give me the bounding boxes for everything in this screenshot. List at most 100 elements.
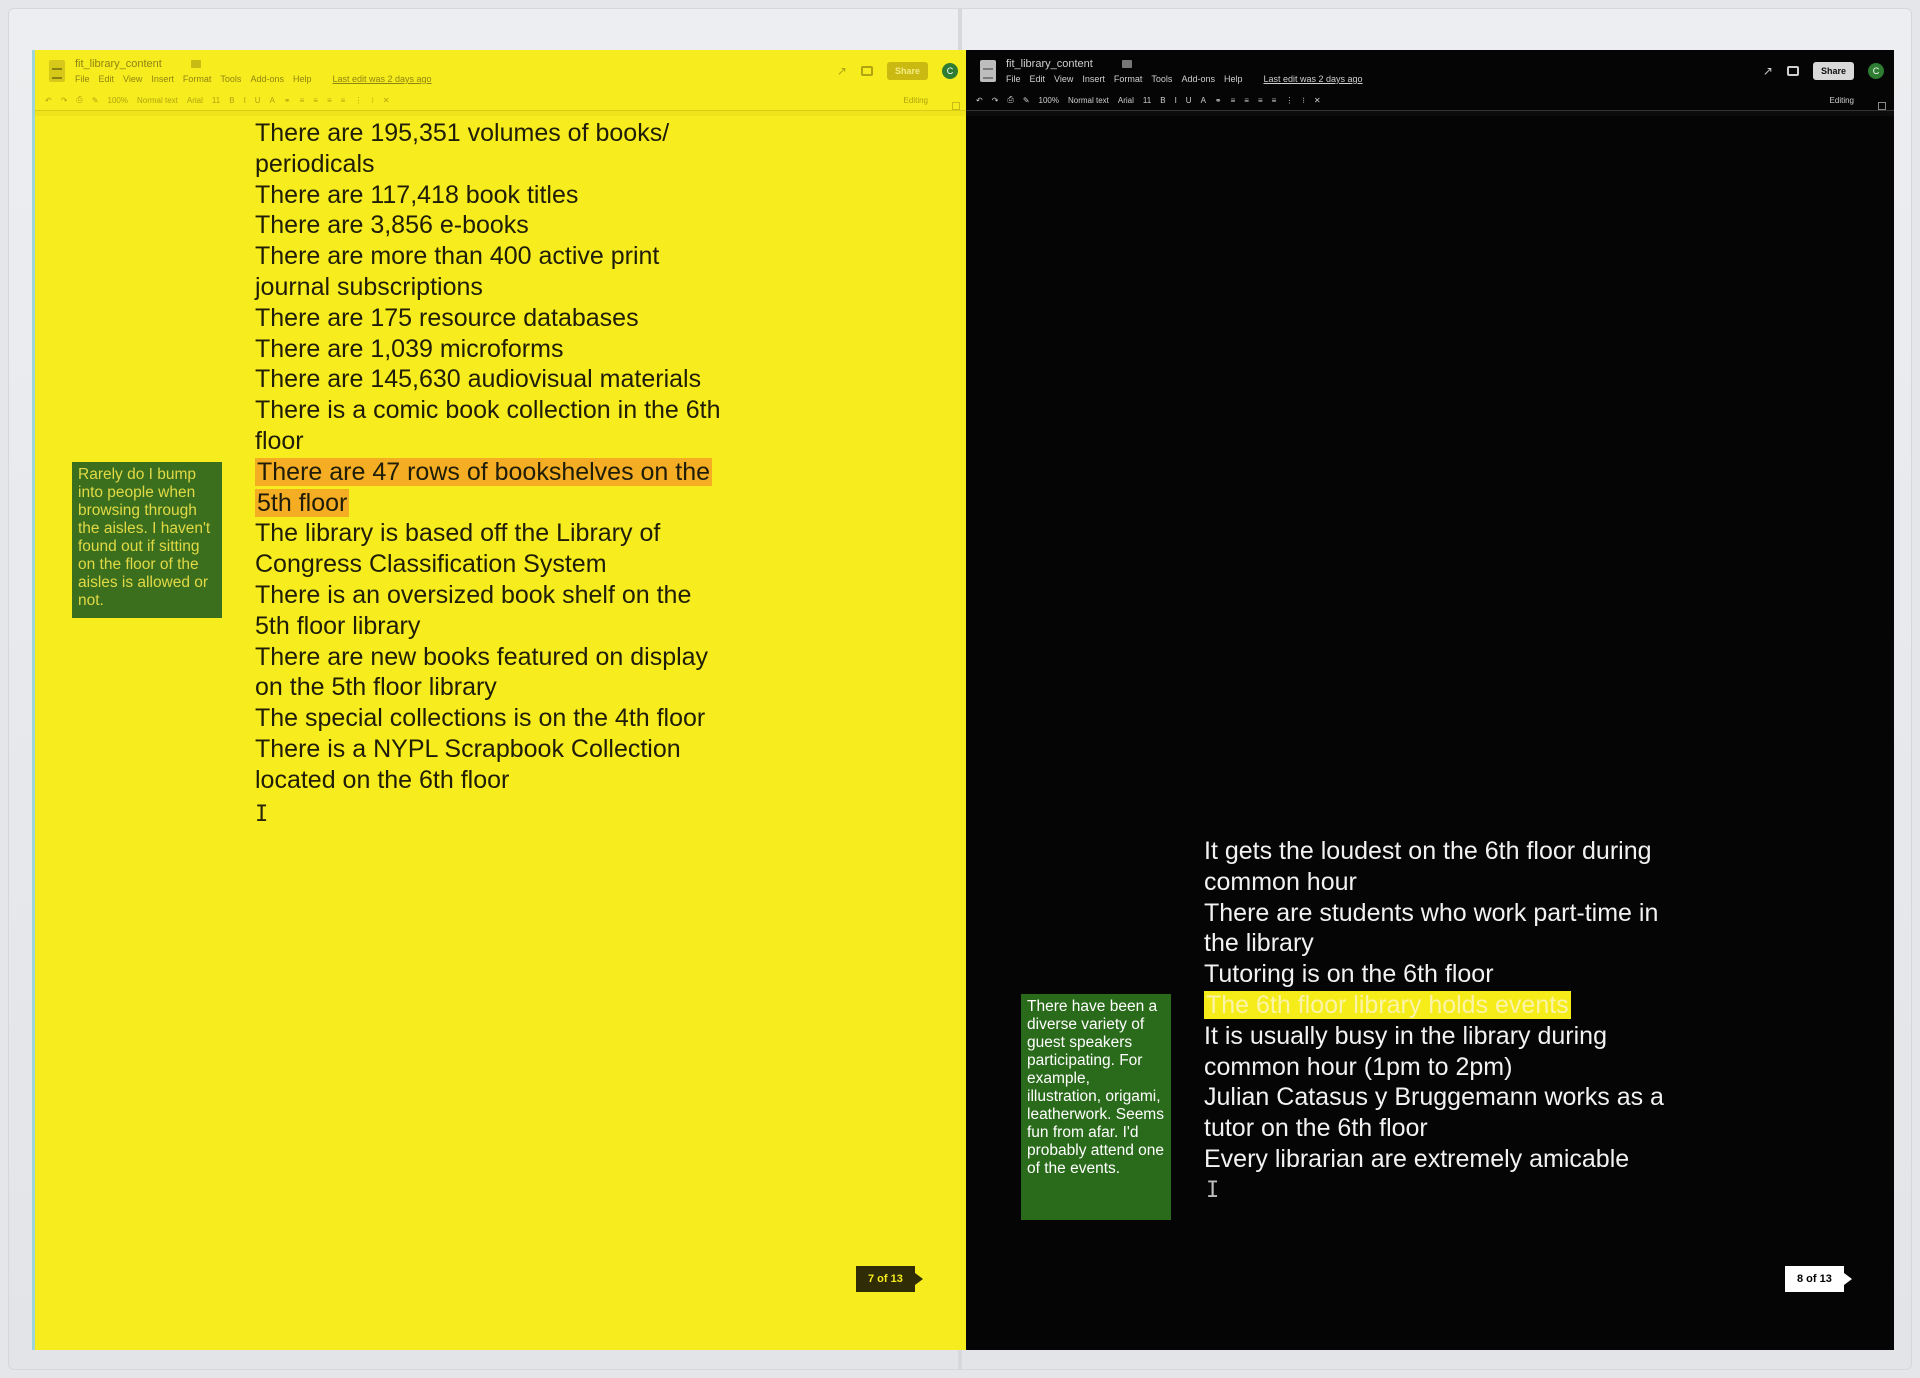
folder-icon[interactable]	[1122, 60, 1132, 68]
text-line: There are 1,039 microforms	[255, 334, 564, 363]
align-left-icon[interactable]: ≡	[1231, 96, 1236, 105]
menu-help[interactable]: Help	[1224, 74, 1243, 84]
text-line: There are more than 400 active print	[255, 242, 660, 271]
share-button[interactable]: Share	[886, 62, 928, 80]
link-icon[interactable]: ⚭	[284, 96, 291, 105]
menu-bar: File Edit View Insert Format Tools Add-o…	[75, 74, 432, 84]
style-select[interactable]: Normal text	[137, 96, 178, 105]
comment-note[interactable]: There have been a diverse variety of gue…	[1021, 994, 1171, 1220]
trend-icon[interactable]: ↗	[837, 64, 847, 78]
avatar[interactable]: C	[1868, 63, 1884, 79]
last-edit-link[interactable]: Last edit was 2 days ago	[332, 74, 431, 84]
align-center-icon[interactable]: ≡	[313, 96, 318, 105]
italic-icon[interactable]: I	[244, 96, 246, 105]
editing-mode[interactable]: Editing	[904, 96, 928, 105]
folder-icon[interactable]	[191, 60, 201, 68]
menu-addons[interactable]: Add-ons	[1181, 74, 1215, 84]
text-cursor-icon: I	[255, 802, 269, 827]
text-color-icon[interactable]: A	[270, 96, 275, 105]
text-line: journal subscriptions	[255, 272, 483, 301]
bulleted-list-icon[interactable]: ⁝	[371, 96, 374, 105]
text-line: 5th floor library	[255, 611, 421, 640]
document-body[interactable]: It gets the loudest on the 6th floor dur…	[1204, 836, 1724, 1175]
menu-tools[interactable]: Tools	[220, 74, 241, 84]
menu-view[interactable]: View	[1054, 74, 1073, 84]
trend-icon[interactable]: ↗	[1763, 64, 1773, 78]
comment-note[interactable]: Rarely do I bump into people when browsi…	[72, 462, 222, 618]
text-line: Every librarian are extremely amicable	[1204, 1144, 1630, 1173]
link-icon[interactable]: ⚭	[1215, 96, 1222, 105]
text-cursor-icon: I	[1206, 1178, 1220, 1203]
text-line: tutor on the 6th floor	[1204, 1114, 1428, 1143]
menu-edit[interactable]: Edit	[99, 74, 115, 84]
numbered-list-icon[interactable]: ⋮	[1285, 96, 1293, 105]
undo-icon[interactable]: ↶	[45, 96, 52, 105]
highlighted-line: The 6th floor library holds events	[1204, 990, 1724, 1021]
menu-insert[interactable]: Insert	[151, 74, 174, 84]
text-line: It gets the loudest on the 6th floor dur…	[1204, 837, 1652, 865]
menu-insert[interactable]: Insert	[1082, 74, 1105, 84]
underline-icon[interactable]: U	[1186, 96, 1192, 105]
side-panel-icon[interactable]	[1878, 102, 1886, 110]
doc-title[interactable]: fit_library_content	[1006, 58, 1093, 70]
text-line: There are 3,856 e-books	[255, 211, 529, 240]
align-center-icon[interactable]: ≡	[1244, 96, 1249, 105]
menu-view[interactable]: View	[123, 74, 142, 84]
menu-format[interactable]: Format	[183, 74, 212, 84]
justify-icon[interactable]: ≡	[1272, 96, 1277, 105]
share-button[interactable]: Share	[1812, 62, 1854, 80]
font-select[interactable]: Arial	[1118, 96, 1134, 105]
last-edit-link[interactable]: Last edit was 2 days ago	[1263, 74, 1362, 84]
zoom-select[interactable]: 100%	[1039, 96, 1059, 105]
highlight-text: The 6th floor library holds events	[1204, 990, 1571, 1019]
avatar[interactable]: C	[942, 63, 958, 79]
text-line: There are 175 resource databases	[255, 303, 639, 332]
undo-icon[interactable]: ↶	[976, 96, 983, 105]
zoom-select[interactable]: 100%	[108, 96, 128, 105]
bold-icon[interactable]: B	[1160, 96, 1165, 105]
text-color-icon[interactable]: A	[1201, 96, 1206, 105]
highlight-text: There are 47 rows of bookshelves on the	[255, 457, 713, 486]
print-icon[interactable]: ⎙	[1007, 95, 1013, 105]
doc-icon[interactable]	[980, 60, 996, 82]
menu-file[interactable]: File	[1006, 74, 1021, 84]
justify-icon[interactable]: ≡	[341, 96, 346, 105]
text-line: the library	[1204, 929, 1314, 958]
align-left-icon[interactable]: ≡	[300, 96, 305, 105]
text-line: There are 117,418 book titles	[255, 180, 579, 209]
paint-format-icon[interactable]: ✎	[92, 96, 99, 105]
menu-format[interactable]: Format	[1114, 74, 1143, 84]
document-body[interactable]: There are 195,351 volumes of books/ peri…	[255, 118, 775, 796]
size-select[interactable]: 11	[212, 96, 220, 105]
doc-title[interactable]: fit_library_content	[75, 58, 162, 70]
style-select[interactable]: Normal text	[1068, 96, 1109, 105]
menu-help[interactable]: Help	[293, 74, 312, 84]
align-right-icon[interactable]: ≡	[1258, 96, 1263, 105]
comment-icon[interactable]	[860, 66, 873, 76]
doc-icon[interactable]	[49, 60, 65, 82]
clear-format-icon[interactable]: ✕	[1314, 96, 1321, 105]
menu-file[interactable]: File	[75, 74, 90, 84]
menu-edit[interactable]: Edit	[1030, 74, 1046, 84]
font-select[interactable]: Arial	[187, 96, 203, 105]
paint-format-icon[interactable]: ✎	[1023, 96, 1030, 105]
toolbar: ↶ ↷ ⎙ ✎ 100% Normal text Arial 11 B I U …	[976, 93, 1854, 107]
align-right-icon[interactable]: ≡	[327, 96, 332, 105]
print-icon[interactable]: ⎙	[76, 95, 82, 105]
menu-tools[interactable]: Tools	[1151, 74, 1172, 84]
redo-icon[interactable]: ↷	[61, 96, 68, 105]
clear-format-icon[interactable]: ✕	[383, 96, 390, 105]
menu-addons[interactable]: Add-ons	[250, 74, 284, 84]
numbered-list-icon[interactable]: ⋮	[354, 96, 362, 105]
side-panel-icon[interactable]	[952, 102, 960, 110]
underline-icon[interactable]: U	[255, 96, 261, 105]
page-indicator: 8 of 13	[1785, 1266, 1852, 1292]
size-select[interactable]: 11	[1143, 96, 1151, 105]
text-line: There are 145,630 audiovisual materials	[255, 365, 702, 394]
italic-icon[interactable]: I	[1175, 96, 1177, 105]
comment-icon[interactable]	[1786, 66, 1799, 76]
editing-mode[interactable]: Editing	[1830, 96, 1854, 105]
bulleted-list-icon[interactable]: ⁝	[1302, 96, 1305, 105]
redo-icon[interactable]: ↷	[992, 96, 999, 105]
bold-icon[interactable]: B	[229, 96, 234, 105]
